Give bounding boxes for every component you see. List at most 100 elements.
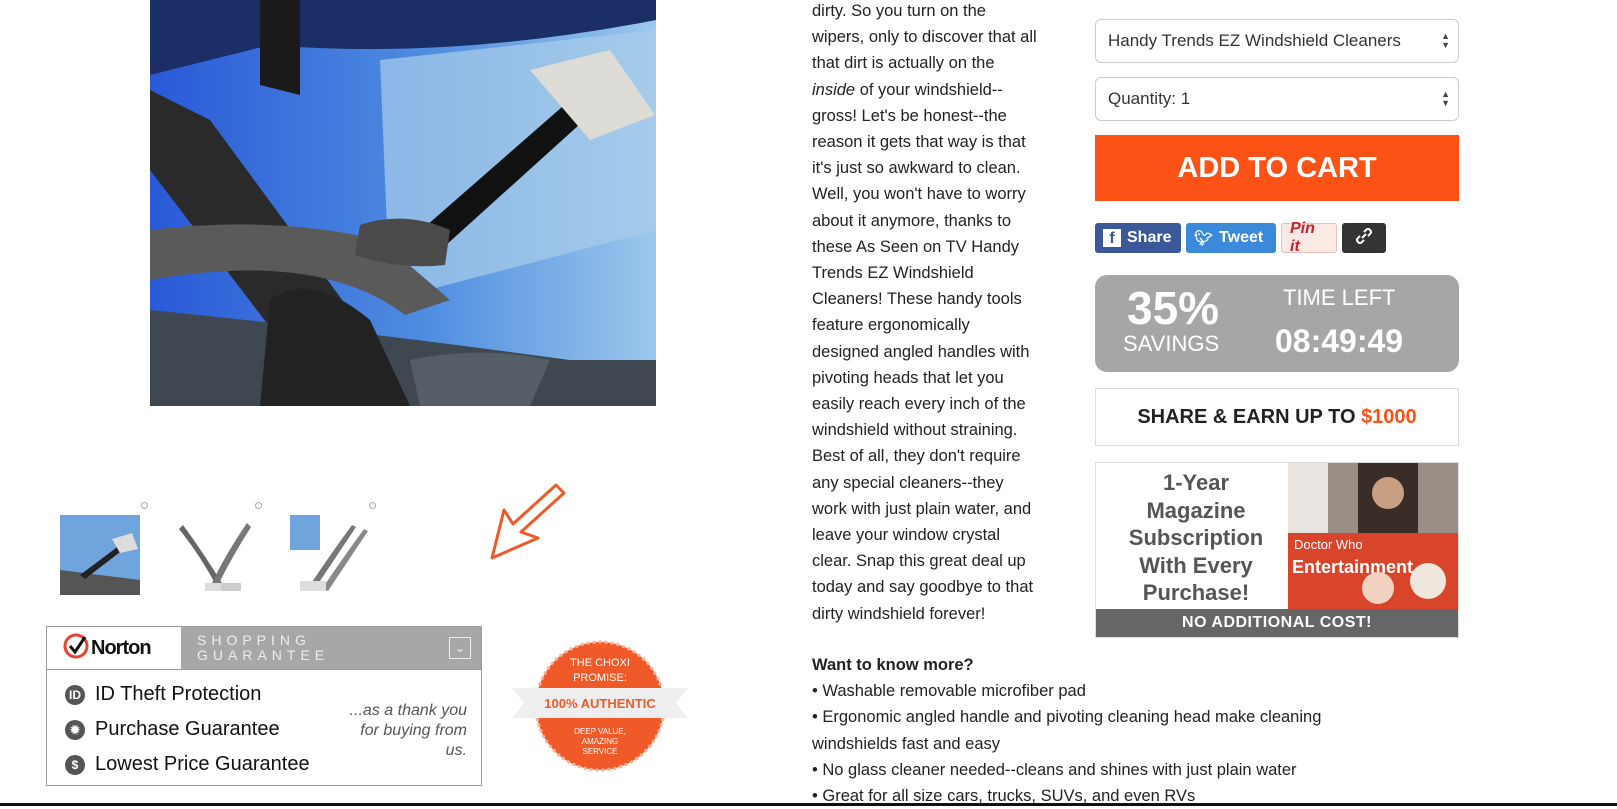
description-line: Trends EZ Windshield xyxy=(812,264,974,283)
add-to-cart-button[interactable]: ADD TO CART xyxy=(1095,135,1459,201)
norton-item-label: Lowest Price Guarantee xyxy=(95,753,310,775)
quantity-select[interactable]: Quantity: 1 ▲ ▼ xyxy=(1095,77,1459,121)
product-select-value: Handy Trends EZ Windshield Cleaners xyxy=(1108,31,1401,50)
savings-percent: 35% xyxy=(1127,282,1220,334)
arrow-icon xyxy=(486,480,566,565)
description-line: feature ergonomically xyxy=(812,316,970,335)
magazine-promo-banner[interactable]: 1-Year Magazine Subscription With Every … xyxy=(1095,462,1459,638)
magazine-promo-text: 1-Year Magazine Subscription With Every … xyxy=(1106,469,1286,607)
description-line: gross! Let's be honest--the xyxy=(812,106,1007,125)
description-line: wipers, only to discover that all xyxy=(812,28,1037,47)
description-line: Well, you won't have to worry xyxy=(812,185,1026,204)
thumbnail-indicator xyxy=(141,502,148,509)
product-select[interactable]: Handy Trends EZ Windshield Cleaners ▲ ▼ xyxy=(1095,19,1459,63)
description-line: today and say goodbye to that xyxy=(812,578,1034,597)
link-icon xyxy=(1356,227,1372,249)
norton-item-purchase: ✹ Purchase Guarantee xyxy=(65,718,280,741)
pinterest-pin-button[interactable]: Pin it xyxy=(1281,220,1337,255)
magazine-line: Purchase! xyxy=(1142,580,1250,605)
description-line: about it anymore, thanks to xyxy=(812,211,1012,230)
quantity-select-value: Quantity: 1 xyxy=(1108,89,1191,108)
dollar-icon: $ xyxy=(65,754,85,775)
facebook-icon: f xyxy=(1103,229,1121,247)
thumbnail-2[interactable] xyxy=(175,515,255,595)
chevron-down-icon[interactable]: ⌄ xyxy=(449,637,471,659)
magazine-covers-image: Doctor Who Entertainment xyxy=(1288,463,1458,609)
facebook-share-button[interactable]: f Share xyxy=(1095,223,1181,253)
description-line: any special cleaners--they xyxy=(812,473,1004,492)
twitter-icon: 🐦︎ xyxy=(1194,230,1214,247)
magazine-line: With Every xyxy=(1139,552,1253,578)
description-line: inside of your windshield-- xyxy=(812,77,1062,103)
thumbnail-indicator xyxy=(255,502,262,509)
time-left-label: TIME LEFT xyxy=(1283,285,1396,310)
description-rest: gross! Let's be honest--the reason it get… xyxy=(812,103,1062,627)
description-line: leave your window crystal xyxy=(812,526,1000,545)
cover-text-2: Entertainment xyxy=(1292,557,1413,577)
norton-logo-text: Norton xyxy=(91,636,152,659)
norton-item-label: Purchase Guarantee xyxy=(95,718,280,740)
description-line: dirty windshield forever! xyxy=(812,604,986,623)
norton-logo: Norton xyxy=(47,627,181,669)
savings-timer-box: 35% SAVINGS TIME LEFT 08:49:49 xyxy=(1095,275,1459,372)
choxi-promise-badge: THE CHOXI PROMISE: 100% AUTHENTIC DEEP V… xyxy=(512,636,688,776)
norton-note: ...as a thank you for buying from us. xyxy=(349,702,467,759)
description-line: reason it gets that way is that xyxy=(812,133,1026,152)
description-line: that dirt is actually on the xyxy=(812,54,995,73)
norton-shopping-guarantee[interactable]: Norton SHOPPING GUARANTEE ⌄ ID ID Theft … xyxy=(46,626,482,786)
thumbnail-3[interactable] xyxy=(290,515,370,595)
magazine-line: 1-Year xyxy=(1162,470,1230,495)
description-line: clear. Snap this great deal up xyxy=(812,552,1026,571)
choxi-ribbon: 100% AUTHENTIC xyxy=(544,696,656,711)
share-earn-text: SHARE & EARN UP TO xyxy=(1137,406,1362,428)
magazine-footer: NO ADDITIONAL COST! xyxy=(1096,609,1458,637)
product-description: dirty. So you turn on the wipers, only t… xyxy=(812,0,1062,627)
savings-label: SAVINGS xyxy=(1123,331,1220,356)
description-line: work with just plain water, and xyxy=(812,499,1032,518)
choxi-line5: SERVICE xyxy=(583,747,618,756)
norton-header: Norton SHOPPING GUARANTEE ⌄ xyxy=(47,627,481,670)
description-line: it's just so awkward to clean. xyxy=(812,159,1021,178)
choxi-line2: PROMISE: xyxy=(573,672,627,684)
select-caret-icon: ▲ ▼ xyxy=(1441,31,1450,50)
select-caret-icon: ▲ ▼ xyxy=(1441,89,1450,108)
norton-item-id-theft: ID ID Theft Protection xyxy=(65,683,261,706)
id-icon: ID xyxy=(65,684,85,705)
description-line: windshield without straining. xyxy=(812,421,1018,440)
share-and-earn-banner[interactable]: SHARE & EARN UP TO $1000 xyxy=(1095,388,1459,446)
copy-link-button[interactable] xyxy=(1342,223,1386,253)
description-line: Cleaners! These handy tools xyxy=(812,290,1022,309)
cover-text-1: Doctor Who xyxy=(1294,537,1363,552)
twitter-tweet-button[interactable]: 🐦︎ Tweet xyxy=(1186,223,1276,253)
more-bullet: • Washable removable microfiber pad xyxy=(812,682,1086,701)
thumbnail-1[interactable] xyxy=(60,515,140,595)
description-emphasis: inside xyxy=(812,80,856,99)
norton-item-lowest-price: $ Lowest Price Guarantee xyxy=(65,753,310,776)
time-left-value: 08:49:49 xyxy=(1275,323,1404,359)
purchase-icon: ✹ xyxy=(65,719,85,740)
choxi-line4: AMAZING xyxy=(582,737,618,746)
description-line: these As Seen on TV Handy xyxy=(812,237,1019,256)
want-to-know-more: Want to know more? • Washable removable … xyxy=(812,652,1592,809)
description-line: designed angled handles with xyxy=(812,342,1030,361)
share-earn-amount: $1000 xyxy=(1361,406,1417,428)
more-bullet: windshields fast and easy xyxy=(812,734,1001,753)
description-text: of your windshield-- xyxy=(855,80,1003,99)
magazine-line: Subscription xyxy=(1128,525,1264,550)
norton-item-label: ID Theft Protection xyxy=(95,683,262,705)
description-line: Best of all, they don't require xyxy=(812,447,1021,466)
norton-title: SHOPPING GUARANTEE xyxy=(197,632,330,663)
description-line: dirty. So you turn on the xyxy=(812,2,986,20)
description-line: pivoting heads that let you xyxy=(812,368,1004,387)
description-line: easily reach every inch of the xyxy=(812,395,1026,414)
tweet-label: Tweet xyxy=(1219,229,1264,246)
thumbnail-indicator xyxy=(369,502,376,509)
magazine-line: Magazine xyxy=(1146,497,1246,523)
norton-check-icon xyxy=(63,633,89,664)
product-main-image xyxy=(150,0,656,406)
choxi-line3: DEEP VALUE, xyxy=(574,727,626,736)
share-label: Share xyxy=(1127,229,1172,246)
more-bullet: • Ergonomic angled handle and pivoting c… xyxy=(812,708,1322,727)
more-title: Want to know more? xyxy=(812,656,974,674)
choxi-line1: THE CHOXI xyxy=(570,657,630,669)
